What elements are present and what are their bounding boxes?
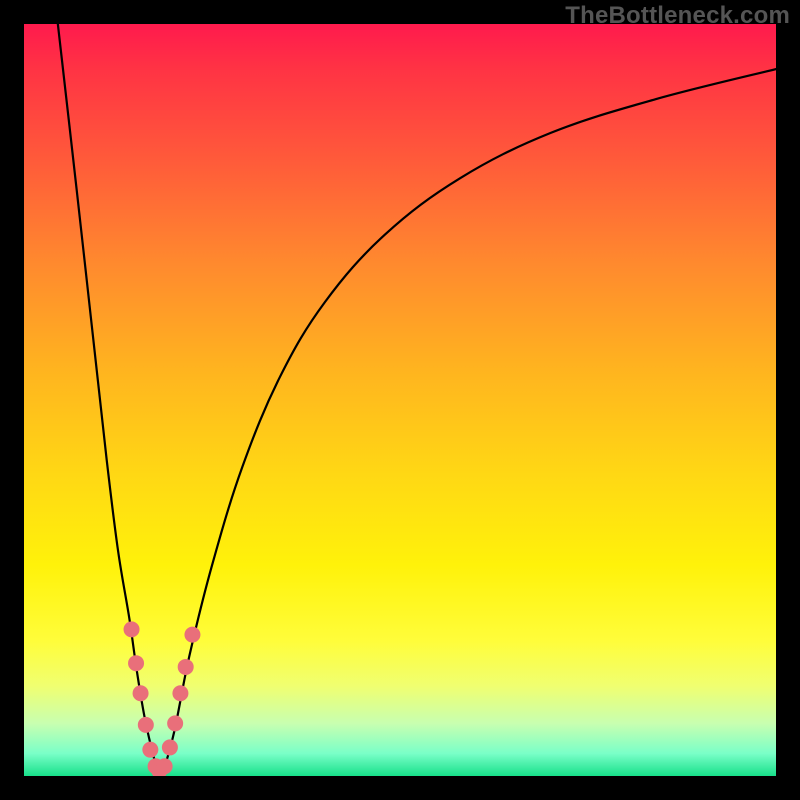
- highlight-dot: [162, 739, 178, 755]
- highlight-dot: [172, 685, 188, 701]
- highlight-dots: [124, 621, 201, 776]
- chart-frame: TheBottleneck.com: [0, 0, 800, 800]
- highlight-dot: [157, 758, 173, 774]
- chart-plot-area: [24, 24, 776, 776]
- curve-right-branch: [163, 69, 776, 772]
- highlight-dot: [142, 742, 158, 758]
- highlight-dot: [184, 627, 200, 643]
- highlight-dot: [133, 685, 149, 701]
- highlight-dot: [178, 659, 194, 675]
- chart-svg: [24, 24, 776, 776]
- watermark-text: TheBottleneck.com: [565, 2, 790, 30]
- highlight-dot: [167, 715, 183, 731]
- highlight-dot: [128, 655, 144, 671]
- highlight-dot: [138, 717, 154, 733]
- highlight-dot: [124, 621, 140, 637]
